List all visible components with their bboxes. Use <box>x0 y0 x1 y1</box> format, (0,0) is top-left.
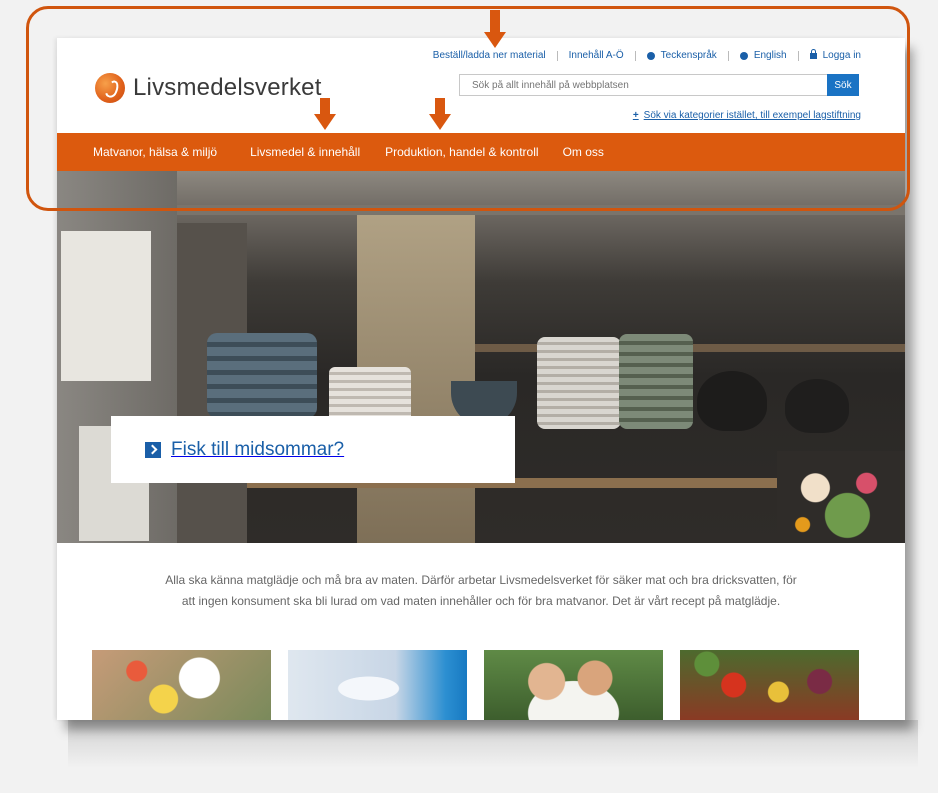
category-search-label: Sök via kategorier istället, till exempe… <box>643 110 861 121</box>
order-material-link[interactable]: Beställ/ladda ner material <box>433 50 546 61</box>
hero-image: Fisk till midsommar? <box>57 171 905 543</box>
site-logo[interactable]: Livsmedelsverket <box>95 73 322 103</box>
nav-item-livsmedel[interactable]: Livsmedel & innehåll <box>250 145 360 159</box>
divider <box>556 50 558 61</box>
divider <box>727 50 729 61</box>
login-link[interactable]: Logga in <box>823 50 861 61</box>
hero-flowers <box>777 451 905 543</box>
nav-item-produktion[interactable]: Produktion, handel & kontroll <box>385 145 538 159</box>
main-navigation: Matvanor, hälsa & miljö Livsmedel & inne… <box>57 133 905 171</box>
hero-paper <box>61 231 151 381</box>
hero-bowls <box>329 367 411 422</box>
hero-shelf <box>177 205 905 215</box>
nav-item-matvanor[interactable]: Matvanor, hälsa & miljö <box>93 145 217 159</box>
hero-promo-link[interactable]: Fisk till midsommar? <box>111 416 515 483</box>
hero-teapot <box>785 379 849 433</box>
top-links: Beställ/ladda ner material Innehåll A-Ö … <box>433 48 861 61</box>
sign-language-icon <box>646 51 655 60</box>
sign-language-link[interactable]: Teckenspråk <box>661 50 717 61</box>
site-search: Sök <box>459 74 859 96</box>
logo-text: Livsmedelsverket <box>133 74 322 101</box>
teaser-image-people[interactable] <box>484 650 663 720</box>
divider <box>634 50 636 61</box>
lock-icon <box>809 48 817 59</box>
teaser-image-food[interactable] <box>92 650 271 720</box>
search-button[interactable]: Sök <box>827 74 859 96</box>
hero-promo-text: Fisk till midsommar? <box>171 438 345 460</box>
website-screenshot: Livsmedelsverket Beställ/ladda ner mater… <box>57 38 905 720</box>
hero-bowls <box>619 334 693 429</box>
site-header: Livsmedelsverket Beställ/ladda ner mater… <box>57 38 905 133</box>
plus-icon: + <box>632 110 639 121</box>
english-link[interactable]: English <box>754 50 787 61</box>
teaser-images <box>92 650 876 720</box>
globe-icon <box>739 51 748 60</box>
teaser-image-vegetables[interactable] <box>680 650 859 720</box>
intro-line: att ingen konsument ska bli lurad om vad… <box>181 594 781 608</box>
category-search-link[interactable]: + Sök via kategorier istället, till exemp… <box>633 110 861 121</box>
intro-text: Alla ska känna matglädje och må bra av m… <box>97 570 865 612</box>
hero-bowls <box>537 337 621 429</box>
search-input[interactable] <box>459 74 827 96</box>
livsmedelsverket-logo-icon <box>95 73 125 103</box>
screenshot-shadow <box>68 720 918 768</box>
hero-bowls <box>207 333 317 418</box>
content-az-link[interactable]: Innehåll A-Ö <box>569 50 624 61</box>
intro-line: Alla ska känna matglädje och må bra av m… <box>165 573 797 587</box>
chevron-right-icon <box>145 441 161 458</box>
hero-teapot <box>697 371 767 431</box>
teaser-image-water[interactable] <box>288 650 467 720</box>
divider <box>797 50 799 61</box>
nav-item-om-oss[interactable]: Om oss <box>563 145 604 159</box>
